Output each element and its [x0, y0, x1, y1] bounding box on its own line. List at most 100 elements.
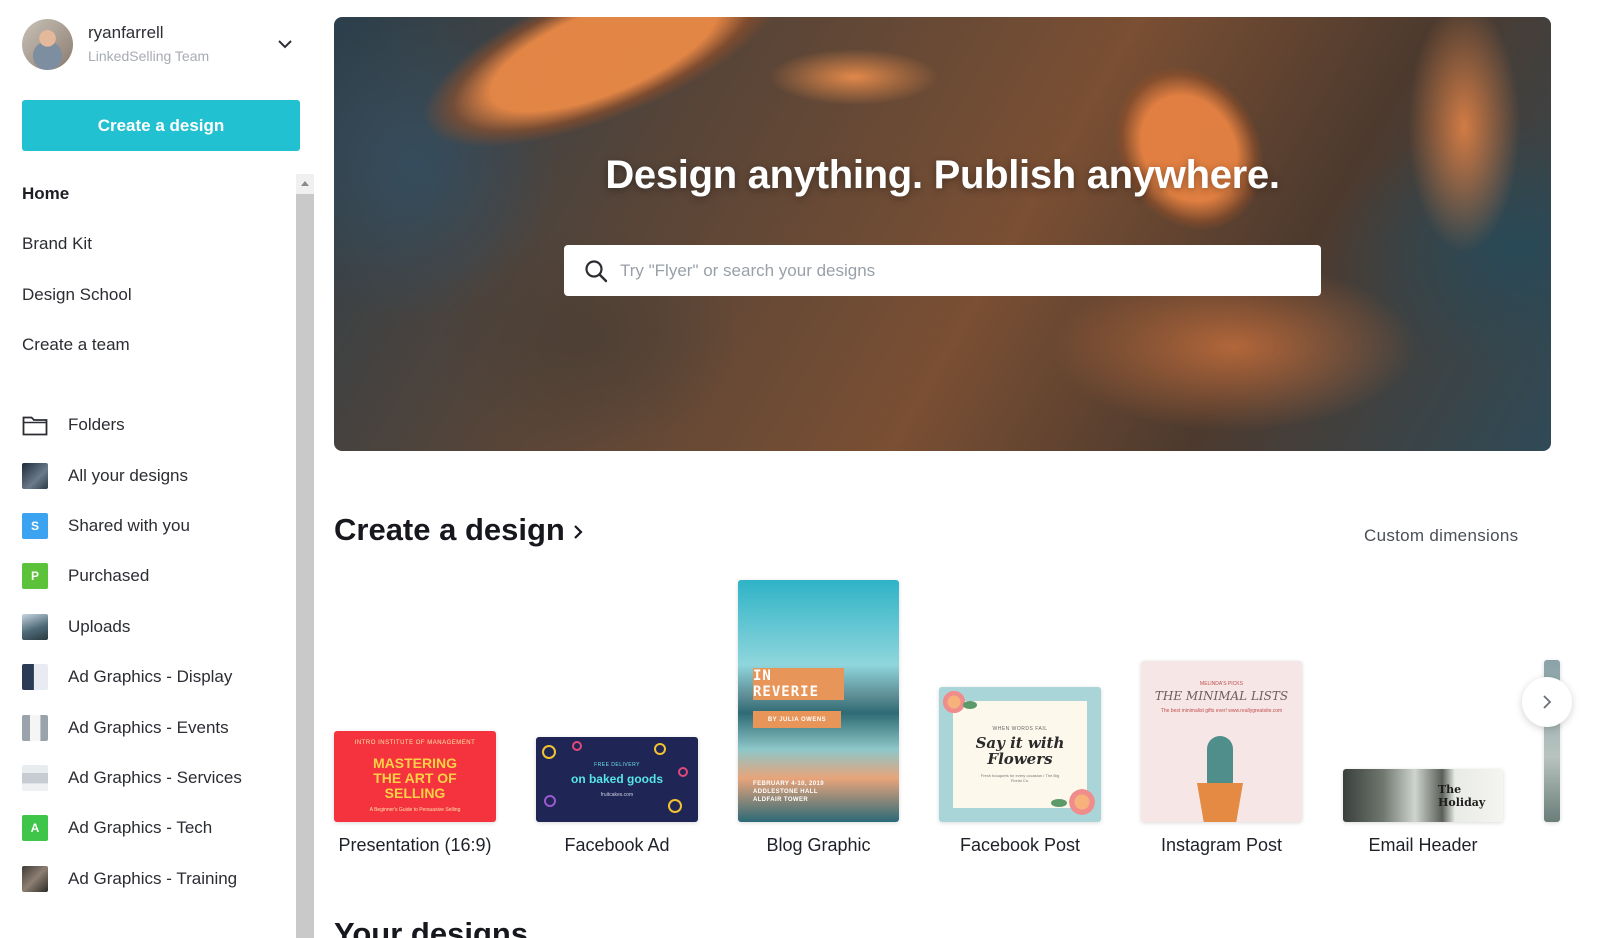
- sidebar-nav: Home Brand Kit Design School Create a te…: [0, 174, 314, 938]
- card-label[interactable]: Presentation (16:9): [334, 835, 496, 856]
- carousel-next-button[interactable]: [1522, 677, 1572, 727]
- search-bar[interactable]: [564, 245, 1321, 296]
- account-info: ryanfarrell LinkedSelling Team: [88, 22, 276, 66]
- leaf-decoration: [963, 701, 977, 709]
- chevron-right-icon: [574, 525, 583, 539]
- folder-thumbnail-icon: [22, 664, 48, 690]
- thumb-text: A Beginner's Guide to Persuasive Selling: [369, 807, 461, 813]
- thumb-text: WHEN WORDS FAIL: [992, 726, 1048, 732]
- flower-decoration: [1067, 787, 1097, 817]
- letter-s-icon: S: [22, 513, 48, 539]
- card-label[interactable]: Blog Graphic: [738, 835, 899, 856]
- card-thumbnail: MELINDA'S PICKS THE MINIMAL LISTS The be…: [1141, 661, 1302, 822]
- sidebar-item-folders[interactable]: Folders: [22, 410, 282, 440]
- thumb-text: Fresh bouquets for every occasion / The …: [980, 773, 1060, 783]
- chevron-right-icon: [1543, 695, 1552, 709]
- sidebar-item-label: Design School: [22, 285, 132, 304]
- card-thumbnail: The Holiday: [1343, 769, 1503, 822]
- sidebar-item-home[interactable]: Home: [22, 179, 282, 209]
- thumb-date: FEBRUARY 4-10, 2019 ADDLESTONE HALL ALDF…: [753, 780, 824, 804]
- sidebar-item-label: Create a team: [22, 335, 130, 354]
- sidebar-scrollbar[interactable]: [296, 174, 314, 938]
- thumb-text: ALDFAIR TOWER: [753, 797, 809, 803]
- folder-thumbnail-icon: [22, 715, 48, 741]
- thumb-text: MASTERING THE ART OF SELLING: [373, 755, 457, 801]
- design-card-blog-graphic[interactable]: IN REVERIE BY JULIA OWENS FEBRUARY 4-10,…: [738, 580, 899, 822]
- hero-banner: Design anything. Publish anywhere.: [334, 17, 1551, 451]
- letter-a-icon: A: [22, 815, 48, 841]
- sidebar-item-purchased[interactable]: P Purchased: [22, 561, 282, 591]
- account-team: LinkedSelling Team: [88, 48, 210, 64]
- fruit-doodle: [542, 745, 556, 759]
- create-design-heading[interactable]: Create a design: [334, 512, 583, 548]
- thumb-text: The best minimalist gifts ever! www.real…: [1160, 708, 1283, 714]
- thumb-text: FREE DELIVERY: [594, 761, 640, 768]
- thumb-text: on baked goods: [570, 771, 663, 786]
- card-thumbnail: INTRO INSTITUTE OF MANAGEMENT MASTERING …: [334, 731, 496, 822]
- sidebar-item-design-school[interactable]: Design School: [22, 280, 282, 310]
- letter-p-icon: P: [22, 563, 48, 589]
- scroll-up-arrow-icon[interactable]: [296, 174, 314, 192]
- chevron-down-icon[interactable]: [276, 35, 294, 53]
- sidebar-item-brand-kit[interactable]: Brand Kit: [22, 229, 282, 259]
- sidebar: ryanfarrell LinkedSelling Team Create a …: [0, 0, 314, 938]
- card-thumbnail: FREE DELIVERY on baked goods fruitcakes.…: [536, 737, 698, 822]
- sidebar-item-uploads[interactable]: Uploads: [22, 612, 282, 642]
- fruit-doodle: [544, 795, 556, 807]
- thumb-text: IN REVERIE: [753, 668, 844, 700]
- account-name: ryanfarrell: [88, 23, 164, 42]
- fruit-doodle: [678, 767, 688, 777]
- sidebar-item-all-designs[interactable]: All your designs: [22, 461, 282, 491]
- sidebar-item-label: All your designs: [68, 466, 189, 485]
- uploads-thumbnail-icon: [22, 614, 48, 640]
- search-icon: [585, 259, 608, 282]
- fruit-doodle: [668, 799, 682, 813]
- thumb-text: INTRO INSTITUTE OF MANAGEMENT: [354, 740, 476, 746]
- design-card-email-header[interactable]: The Holiday: [1343, 769, 1503, 822]
- folder-icon: [22, 412, 48, 438]
- sidebar-item-ad-training[interactable]: Ad Graphics - Training: [22, 864, 282, 894]
- account-switcher[interactable]: ryanfarrell LinkedSelling Team: [22, 18, 304, 70]
- card-thumbnail: WHEN WORDS FAIL Say it with Flowers Fres…: [939, 687, 1101, 822]
- design-card-instagram-post[interactable]: MELINDA'S PICKS THE MINIMAL LISTS The be…: [1141, 661, 1302, 822]
- search-input[interactable]: [620, 260, 1300, 281]
- folder-thumbnail-icon: [22, 765, 48, 791]
- sidebar-item-label: Ad Graphics - Tech: [68, 818, 213, 837]
- sidebar-item-label: Purchased: [68, 566, 150, 585]
- sidebar-item-create-team[interactable]: Create a team: [22, 330, 282, 360]
- card-label[interactable]: Facebook Ad: [536, 835, 698, 856]
- sidebar-item-ad-display[interactable]: Ad Graphics - Display: [22, 662, 282, 692]
- fruit-doodle: [654, 743, 666, 755]
- pot-illustration: [1197, 783, 1243, 822]
- design-card-facebook-post[interactable]: WHEN WORDS FAIL Say it with Flowers Fres…: [939, 687, 1101, 822]
- cactus-illustration: [1207, 736, 1233, 786]
- design-card-facebook-ad[interactable]: FREE DELIVERY on baked goods fruitcakes.…: [536, 737, 698, 822]
- sidebar-item-ad-tech[interactable]: A Ad Graphics - Tech: [22, 813, 282, 843]
- fruit-doodle: [572, 741, 582, 751]
- thumb-text: BY JULIA OWENS: [753, 711, 841, 728]
- sidebar-item-label: Ad Graphics - Display: [68, 667, 233, 686]
- sidebar-item-label: Ad Graphics - Events: [68, 718, 229, 737]
- create-design-button[interactable]: Create a design: [22, 100, 300, 151]
- sidebar-item-label: Shared with you: [68, 516, 190, 535]
- card-label[interactable]: Instagram Post: [1141, 835, 1302, 856]
- thumb-text: FEBRUARY 4-10, 2019: [753, 781, 824, 787]
- sidebar-item-ad-services[interactable]: Ad Graphics - Services: [22, 763, 282, 793]
- card-thumbnail: IN REVERIE BY JULIA OWENS FEBRUARY 4-10,…: [738, 580, 899, 822]
- scrollbar-thumb[interactable]: [296, 194, 314, 938]
- thumb-text: ADDLESTONE HALL: [753, 789, 818, 795]
- sidebar-item-label: Uploads: [68, 617, 131, 636]
- section-title: Create a design: [334, 512, 565, 547]
- thumb-text: The Holiday: [1438, 783, 1486, 809]
- custom-dimensions-link[interactable]: Custom dimensions: [1364, 526, 1518, 546]
- card-label[interactable]: Facebook Post: [939, 835, 1101, 856]
- sidebar-item-label: Home: [22, 184, 70, 203]
- sidebar-item-ad-events[interactable]: Ad Graphics - Events: [22, 713, 282, 743]
- thumb-text: fruitcakes.com: [600, 791, 634, 798]
- thumb-text: THE MINIMAL LISTS: [1154, 689, 1289, 703]
- sidebar-item-shared[interactable]: S Shared with you: [22, 511, 282, 541]
- avatar: [22, 18, 73, 70]
- card-label[interactable]: Email Header: [1343, 835, 1503, 856]
- design-thumbnail-icon: [22, 463, 48, 489]
- thumb-text: Say it with Flowers: [975, 734, 1065, 768]
